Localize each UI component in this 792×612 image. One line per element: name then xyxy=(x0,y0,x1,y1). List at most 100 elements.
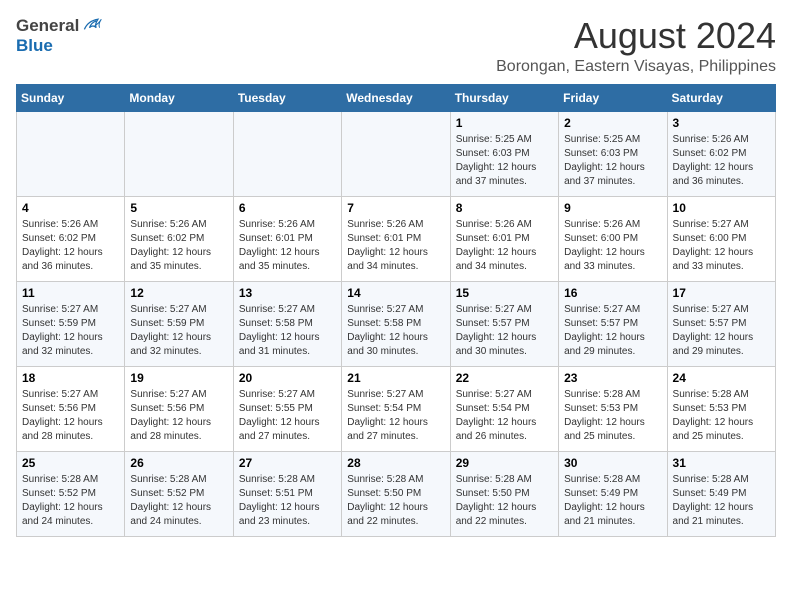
calendar-cell: 13 Sunrise: 5:27 AMSunset: 5:58 PMDayligh… xyxy=(233,281,341,366)
col-header-thursday: Thursday xyxy=(450,84,558,111)
day-number: 9 xyxy=(564,201,661,215)
day-info: Sunrise: 5:28 AMSunset: 5:51 PMDaylight:… xyxy=(239,473,336,529)
day-number: 14 xyxy=(347,286,444,300)
day-number: 24 xyxy=(673,371,770,385)
day-number: 19 xyxy=(130,371,227,385)
day-info: Sunrise: 5:28 AMSunset: 5:53 PMDaylight:… xyxy=(564,388,661,444)
title-area: August 2024 Borongan, Eastern Visayas, P… xyxy=(496,16,776,76)
calendar-cell xyxy=(125,111,233,196)
day-info: Sunrise: 5:28 AMSunset: 5:53 PMDaylight:… xyxy=(673,388,770,444)
calendar-cell: 25Sunrise: 5:28 AMSunset: 5:52 PMDayligh… xyxy=(17,451,125,536)
col-header-friday: Friday xyxy=(559,84,667,111)
day-number: 23 xyxy=(564,371,661,385)
calendar-table: SundayMondayTuesdayWednesdayThursdayFrid… xyxy=(16,84,776,537)
day-number: 21 xyxy=(347,371,444,385)
day-number: 18 xyxy=(22,371,119,385)
calendar-cell: 14 Sunrise: 5:27 AMSunset: 5:58 PMDayligh… xyxy=(342,281,450,366)
calendar-cell xyxy=(233,111,341,196)
day-number: 3 xyxy=(673,116,770,130)
day-number: 20 xyxy=(239,371,336,385)
calendar-cell: 18 Sunrise: 5:27 AMSunset: 5:56 PMDayligh… xyxy=(17,366,125,451)
day-info: Sunrise: 5:28 AMSunset: 5:50 PMDaylight:… xyxy=(347,473,444,529)
day-number: 30 xyxy=(564,456,661,470)
day-number: 27 xyxy=(239,456,336,470)
calendar-cell xyxy=(17,111,125,196)
day-number: 29 xyxy=(456,456,553,470)
day-number: 31 xyxy=(673,456,770,470)
week-row-2: 4 Sunrise: 5:26 AMSunset: 6:02 PMDaylight… xyxy=(17,196,776,281)
day-number: 13 xyxy=(239,286,336,300)
day-number: 11 xyxy=(22,286,119,300)
subtitle: Borongan, Eastern Visayas, Philippines xyxy=(496,58,776,76)
main-title: August 2024 xyxy=(496,16,776,56)
calendar-cell: 28Sunrise: 5:28 AMSunset: 5:50 PMDayligh… xyxy=(342,451,450,536)
calendar-cell: 30 Sunrise: 5:28 AMSunset: 5:49 PMDayligh… xyxy=(559,451,667,536)
calendar-cell xyxy=(342,111,450,196)
day-number: 12 xyxy=(130,286,227,300)
day-info: Sunrise: 5:26 AMSunset: 6:00 PMDaylight:… xyxy=(564,218,661,274)
logo-blue-text: Blue xyxy=(16,36,53,56)
col-header-monday: Monday xyxy=(125,84,233,111)
calendar-cell: 20Sunrise: 5:27 AMSunset: 5:55 PMDayligh… xyxy=(233,366,341,451)
calendar-cell: 6Sunrise: 5:26 AMSunset: 6:01 PMDaylight… xyxy=(233,196,341,281)
calendar-cell: 10 Sunrise: 5:27 AMSunset: 6:00 PMDayligh… xyxy=(667,196,775,281)
day-info: Sunrise: 5:28 AMSunset: 5:52 PMDaylight:… xyxy=(130,473,227,529)
day-info: Sunrise: 5:26 AMSunset: 6:02 PMDaylight:… xyxy=(130,218,227,274)
calendar-cell: 17Sunrise: 5:27 AMSunset: 5:57 PMDayligh… xyxy=(667,281,775,366)
day-number: 15 xyxy=(456,286,553,300)
calendar-cell: 4 Sunrise: 5:26 AMSunset: 6:02 PMDaylight… xyxy=(17,196,125,281)
logo: General Blue xyxy=(16,16,103,56)
calendar-cell: 5Sunrise: 5:26 AMSunset: 6:02 PMDaylight… xyxy=(125,196,233,281)
day-info: Sunrise: 5:27 AMSunset: 5:58 PMDaylight:… xyxy=(347,303,444,359)
day-number: 25 xyxy=(22,456,119,470)
day-info: Sunrise: 5:26 AMSunset: 6:01 PMDaylight:… xyxy=(456,218,553,274)
day-number: 26 xyxy=(130,456,227,470)
day-number: 16 xyxy=(564,286,661,300)
day-info: Sunrise: 5:27 AMSunset: 5:59 PMDaylight:… xyxy=(22,303,119,359)
calendar-cell: 11 Sunrise: 5:27 AMSunset: 5:59 PMDayligh… xyxy=(17,281,125,366)
calendar-cell: 2 Sunrise: 5:25 AMSunset: 6:03 PMDaylight… xyxy=(559,111,667,196)
week-row-1: 1Sunrise: 5:25 AMSunset: 6:03 PMDaylight… xyxy=(17,111,776,196)
day-info: Sunrise: 5:25 AMSunset: 6:03 PMDaylight:… xyxy=(456,133,553,189)
header-row: SundayMondayTuesdayWednesdayThursdayFrid… xyxy=(17,84,776,111)
day-info: Sunrise: 5:27 AMSunset: 5:56 PMDaylight:… xyxy=(22,388,119,444)
day-number: 4 xyxy=(22,201,119,215)
day-info: Sunrise: 5:27 AMSunset: 5:59 PMDaylight:… xyxy=(130,303,227,359)
day-number: 2 xyxy=(564,116,661,130)
calendar-cell: 16 Sunrise: 5:27 AMSunset: 5:57 PMDayligh… xyxy=(559,281,667,366)
day-info: Sunrise: 5:27 AMSunset: 5:54 PMDaylight:… xyxy=(347,388,444,444)
calendar-cell: 12 Sunrise: 5:27 AMSunset: 5:59 PMDayligh… xyxy=(125,281,233,366)
calendar-cell: 26 Sunrise: 5:28 AMSunset: 5:52 PMDayligh… xyxy=(125,451,233,536)
week-row-5: 25 Sunrise: 5:28 AMSunset: 5:52 PMDayligh… xyxy=(17,451,776,536)
day-info: Sunrise: 5:26 AMSunset: 6:01 PMDaylight:… xyxy=(347,218,444,274)
day-number: 7 xyxy=(347,201,444,215)
day-number: 10 xyxy=(673,201,770,215)
calendar-cell: 31Sunrise: 5:28 AMSunset: 5:49 PMDayligh… xyxy=(667,451,775,536)
day-number: 8 xyxy=(456,201,553,215)
calendar-cell: 27 Sunrise: 5:28 AMSunset: 5:51 PMDayligh… xyxy=(233,451,341,536)
week-row-4: 18 Sunrise: 5:27 AMSunset: 5:56 PMDayligh… xyxy=(17,366,776,451)
calendar-cell: 15 Sunrise: 5:27 AMSunset: 5:57 PMDayligh… xyxy=(450,281,558,366)
day-info: Sunrise: 5:26 AMSunset: 6:02 PMDaylight:… xyxy=(22,218,119,274)
calendar-cell: 21 Sunrise: 5:27 AMSunset: 5:54 PMDayligh… xyxy=(342,366,450,451)
day-info: Sunrise: 5:28 AMSunset: 5:49 PMDaylight:… xyxy=(564,473,661,529)
col-header-saturday: Saturday xyxy=(667,84,775,111)
day-info: Sunrise: 5:27 AMSunset: 5:56 PMDaylight:… xyxy=(130,388,227,444)
day-number: 22 xyxy=(456,371,553,385)
day-info: Sunrise: 5:27 AMSunset: 6:00 PMDaylight:… xyxy=(673,218,770,274)
col-header-sunday: Sunday xyxy=(17,84,125,111)
day-info: Sunrise: 5:28 AMSunset: 5:50 PMDaylight:… xyxy=(456,473,553,529)
calendar-cell: 7 Sunrise: 5:26 AMSunset: 6:01 PMDaylight… xyxy=(342,196,450,281)
day-info: Sunrise: 5:26 AMSunset: 6:02 PMDaylight:… xyxy=(673,133,770,189)
col-header-tuesday: Tuesday xyxy=(233,84,341,111)
day-info: Sunrise: 5:27 AMSunset: 5:57 PMDaylight:… xyxy=(564,303,661,359)
calendar-cell: 24 Sunrise: 5:28 AMSunset: 5:53 PMDayligh… xyxy=(667,366,775,451)
header: General Blue August 2024 Borongan, Easte… xyxy=(16,16,776,76)
day-info: Sunrise: 5:25 AMSunset: 6:03 PMDaylight:… xyxy=(564,133,661,189)
day-info: Sunrise: 5:27 AMSunset: 5:57 PMDaylight:… xyxy=(456,303,553,359)
day-number: 6 xyxy=(239,201,336,215)
calendar-cell: 29 Sunrise: 5:28 AMSunset: 5:50 PMDayligh… xyxy=(450,451,558,536)
calendar-cell: 23 Sunrise: 5:28 AMSunset: 5:53 PMDayligh… xyxy=(559,366,667,451)
day-info: Sunrise: 5:27 AMSunset: 5:58 PMDaylight:… xyxy=(239,303,336,359)
calendar-cell: 3 Sunrise: 5:26 AMSunset: 6:02 PMDaylight… xyxy=(667,111,775,196)
